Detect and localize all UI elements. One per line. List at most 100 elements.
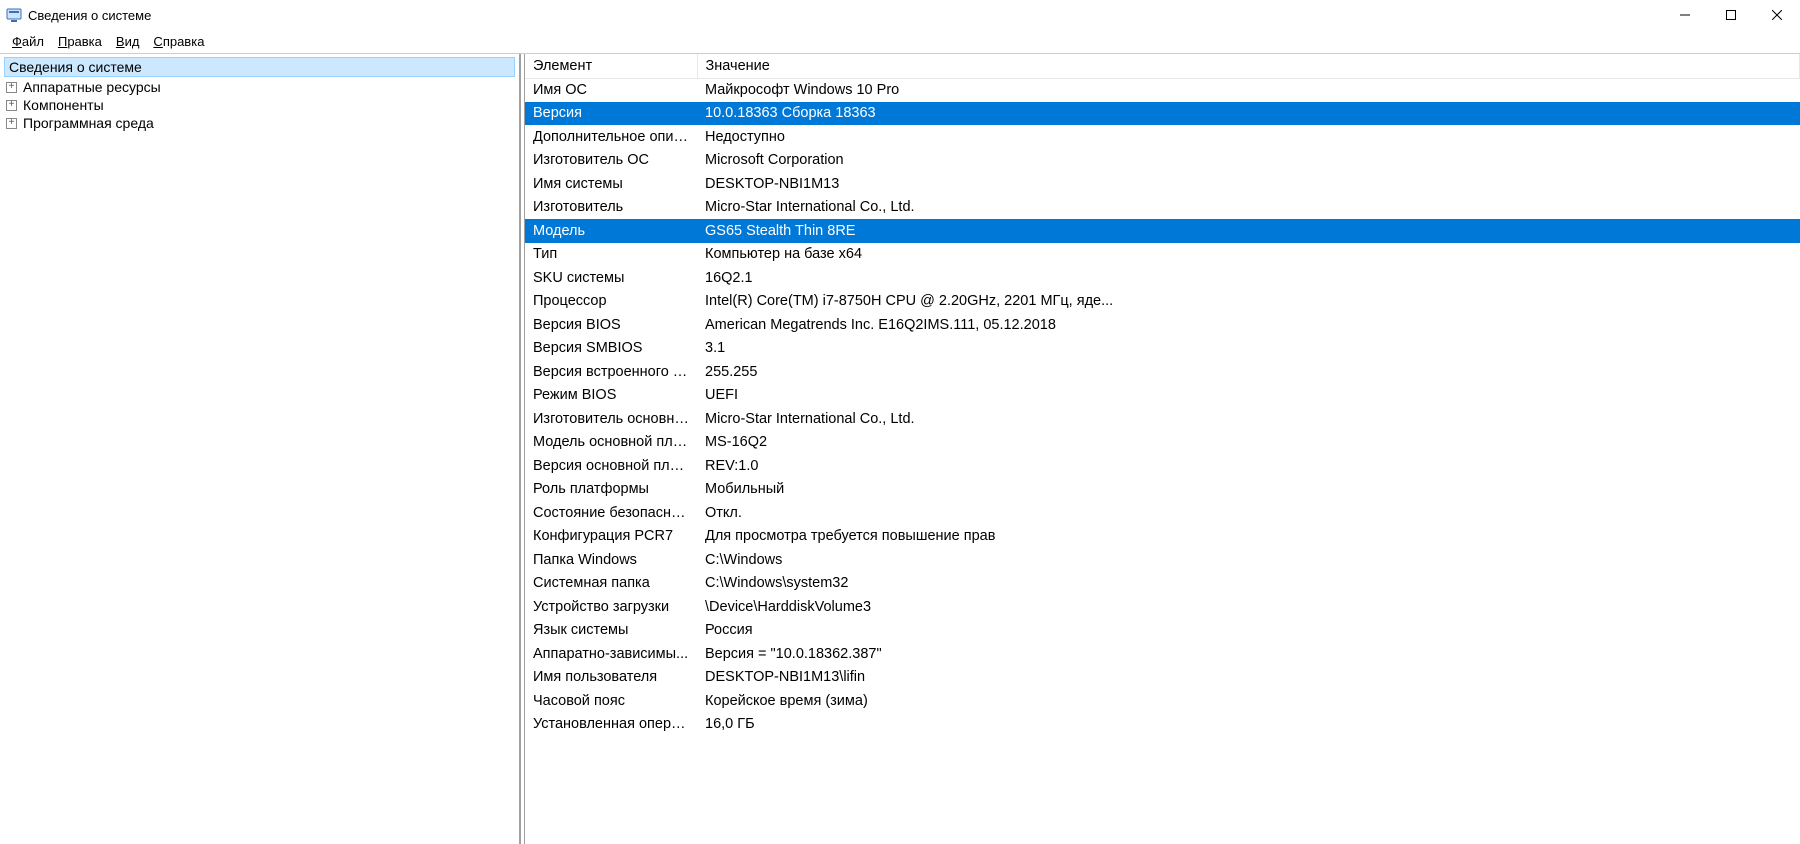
cell-value: GS65 Stealth Thin 8RE xyxy=(697,219,1800,243)
cell-value: C:\Windows xyxy=(697,548,1800,572)
table-row[interactable]: Версия BIOSAmerican Megatrends Inc. E16Q… xyxy=(525,313,1800,337)
column-header-value[interactable]: Значение xyxy=(697,54,1800,78)
cell-element: Устройство загрузки xyxy=(525,595,697,619)
cell-element: SKU системы xyxy=(525,266,697,290)
table-row[interactable]: Установленная операт...16,0 ГБ xyxy=(525,713,1800,737)
cell-value: REV:1.0 xyxy=(697,454,1800,478)
cell-value: UEFI xyxy=(697,384,1800,408)
table-row[interactable]: Часовой поясКорейское время (зима) xyxy=(525,689,1800,713)
table-row[interactable]: Состояние безопасно...Откл. xyxy=(525,501,1800,525)
tree-item-hardware-resources[interactable]: + Аппаратные ресурсы xyxy=(0,78,519,96)
cell-element: Установленная операт... xyxy=(525,713,697,737)
tree-root-system-summary[interactable]: Сведения о системе xyxy=(4,57,515,77)
cell-value: Micro-Star International Co., Ltd. xyxy=(697,196,1800,220)
cell-value: \Device\HarddiskVolume3 xyxy=(697,595,1800,619)
table-row[interactable]: SKU системы16Q2.1 xyxy=(525,266,1800,290)
table-row[interactable]: Имя системыDESKTOP-NBI1M13 xyxy=(525,172,1800,196)
table-row[interactable]: Аппаратно-зависимы...Версия = "10.0.1836… xyxy=(525,642,1800,666)
cell-value: Microsoft Corporation xyxy=(697,149,1800,173)
cell-element: Версия основной платы xyxy=(525,454,697,478)
details-pane: Элемент Значение Имя ОСМайкрософт Window… xyxy=(525,54,1800,844)
cell-element: Часовой пояс xyxy=(525,689,697,713)
cell-element: Папка Windows xyxy=(525,548,697,572)
cell-value: Корейское время (зима) xyxy=(697,689,1800,713)
table-row[interactable]: Изготовитель основно...Micro-Star Intern… xyxy=(525,407,1800,431)
details-scroll[interactable]: Элемент Значение Имя ОСМайкрософт Window… xyxy=(525,54,1800,844)
cell-value: Майкрософт Windows 10 Pro xyxy=(697,78,1800,102)
cell-value: Компьютер на базе x64 xyxy=(697,243,1800,267)
cell-element: Состояние безопасно... xyxy=(525,501,697,525)
tree-item-software-environment[interactable]: + Программная среда xyxy=(0,114,519,132)
close-button[interactable] xyxy=(1754,0,1800,30)
table-row[interactable]: Язык системыРоссия xyxy=(525,619,1800,643)
expand-icon[interactable]: + xyxy=(6,118,17,129)
table-row[interactable]: Версия основной платыREV:1.0 xyxy=(525,454,1800,478)
table-row[interactable]: Модель основной пла...MS-16Q2 xyxy=(525,431,1800,455)
window-title: Сведения о системе xyxy=(28,8,151,23)
details-table: Элемент Значение Имя ОСМайкрософт Window… xyxy=(525,54,1800,736)
column-header-element[interactable]: Элемент xyxy=(525,54,697,78)
menu-edit[interactable]: Правка xyxy=(52,32,108,51)
table-row[interactable]: Системная папкаC:\Windows\system32 xyxy=(525,572,1800,596)
table-row[interactable]: Конфигурация PCR7Для просмотра требуется… xyxy=(525,525,1800,549)
cell-element: Изготовитель основно... xyxy=(525,407,697,431)
table-row[interactable]: Версия встроенного к...255.255 xyxy=(525,360,1800,384)
cell-element: Конфигурация PCR7 xyxy=(525,525,697,549)
cell-element: Модель xyxy=(525,219,697,243)
cell-value: MS-16Q2 xyxy=(697,431,1800,455)
cell-value: 16Q2.1 xyxy=(697,266,1800,290)
app-icon xyxy=(6,7,22,23)
menu-bar: Файл Правка Вид Справка xyxy=(0,30,1800,54)
cell-value: Micro-Star International Co., Ltd. xyxy=(697,407,1800,431)
cell-element: Версия SMBIOS xyxy=(525,337,697,361)
minimize-button[interactable] xyxy=(1662,0,1708,30)
table-row[interactable]: Версия10.0.18363 Сборка 18363 xyxy=(525,102,1800,126)
cell-value: C:\Windows\system32 xyxy=(697,572,1800,596)
cell-value: Версия = "10.0.18362.387" xyxy=(697,642,1800,666)
cell-element: Системная папка xyxy=(525,572,697,596)
cell-element: Имя системы xyxy=(525,172,697,196)
cell-value: 10.0.18363 Сборка 18363 xyxy=(697,102,1800,126)
cell-element: Версия встроенного к... xyxy=(525,360,697,384)
expand-icon[interactable]: + xyxy=(6,82,17,93)
cell-value: Для просмотра требуется повышение прав xyxy=(697,525,1800,549)
table-row[interactable]: ТипКомпьютер на базе x64 xyxy=(525,243,1800,267)
menu-file[interactable]: Файл xyxy=(6,32,50,51)
title-bar: Сведения о системе xyxy=(0,0,1800,30)
table-row[interactable]: Устройство загрузки\Device\HarddiskVolum… xyxy=(525,595,1800,619)
table-row[interactable]: Роль платформыМобильный xyxy=(525,478,1800,502)
cell-value: Мобильный xyxy=(697,478,1800,502)
cell-value: American Megatrends Inc. E16Q2IMS.111, 0… xyxy=(697,313,1800,337)
menu-view[interactable]: Вид xyxy=(110,32,146,51)
menu-help[interactable]: Справка xyxy=(147,32,210,51)
tree-item-label: Компоненты xyxy=(23,97,104,113)
table-row[interactable]: МодельGS65 Stealth Thin 8RE xyxy=(525,219,1800,243)
cell-element: Аппаратно-зависимы... xyxy=(525,642,697,666)
cell-element: Модель основной пла... xyxy=(525,431,697,455)
cell-value: Откл. xyxy=(697,501,1800,525)
table-row[interactable]: Режим BIOSUEFI xyxy=(525,384,1800,408)
table-row[interactable]: Имя пользователяDESKTOP-NBI1M13\lifin xyxy=(525,666,1800,690)
cell-value: DESKTOP-NBI1M13 xyxy=(697,172,1800,196)
table-row[interactable]: Дополнительное опис...Недоступно xyxy=(525,125,1800,149)
cell-value: 16,0 ГБ xyxy=(697,713,1800,737)
cell-element: Изготовитель ОС xyxy=(525,149,697,173)
table-row[interactable]: ИзготовительMicro-Star International Co.… xyxy=(525,196,1800,220)
cell-value: 255.255 xyxy=(697,360,1800,384)
cell-element: Роль платформы xyxy=(525,478,697,502)
tree-item-label: Программная среда xyxy=(23,115,154,131)
main-content: Сведения о системе + Аппаратные ресурсы … xyxy=(0,54,1800,844)
expand-icon[interactable]: + xyxy=(6,100,17,111)
table-row[interactable]: Изготовитель ОСMicrosoft Corporation xyxy=(525,149,1800,173)
table-row[interactable]: Имя ОСМайкрософт Windows 10 Pro xyxy=(525,78,1800,102)
cell-element: Тип xyxy=(525,243,697,267)
cell-element: Режим BIOS xyxy=(525,384,697,408)
maximize-button[interactable] xyxy=(1708,0,1754,30)
cell-element: Изготовитель xyxy=(525,196,697,220)
table-row[interactable]: Версия SMBIOS3.1 xyxy=(525,337,1800,361)
tree-item-components[interactable]: + Компоненты xyxy=(0,96,519,114)
cell-value: Россия xyxy=(697,619,1800,643)
cell-element: Язык системы xyxy=(525,619,697,643)
table-row[interactable]: ПроцессорIntel(R) Core(TM) i7-8750H CPU … xyxy=(525,290,1800,314)
table-row[interactable]: Папка WindowsC:\Windows xyxy=(525,548,1800,572)
